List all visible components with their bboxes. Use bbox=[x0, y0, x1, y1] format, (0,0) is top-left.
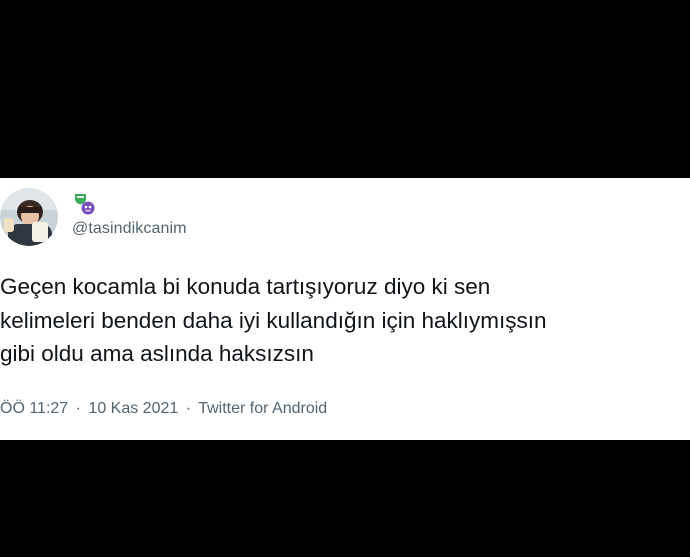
tweet-text-line: Geçen kocamla bi konuda tartışıyoruz diy… bbox=[0, 274, 491, 299]
user-handle[interactable]: @tasindikcanim bbox=[72, 220, 187, 238]
purple-mask-badge-icon bbox=[81, 201, 95, 215]
tweet-date[interactable]: 10 Kas 2021 bbox=[88, 400, 178, 417]
profile-badges bbox=[74, 193, 98, 215]
tweet-source: Twitter for Android bbox=[198, 400, 328, 417]
tweet-metadata: ÖÖ 11:27 · 10 Kas 2021 · Twitter for And… bbox=[0, 400, 327, 418]
tweet-text-line: gibi oldu ama aslında haksızsın bbox=[0, 341, 314, 366]
avatar-image bbox=[0, 188, 58, 246]
tweet-card: @tasindikcanim Geçen kocamla bi konuda t… bbox=[0, 178, 690, 440]
meta-separator: · bbox=[185, 400, 192, 417]
avatar[interactable] bbox=[0, 188, 58, 246]
screenshot-frame: @tasindikcanim Geçen kocamla bi konuda t… bbox=[0, 0, 690, 557]
tweet-time[interactable]: ÖÖ 11:27 bbox=[0, 400, 68, 417]
tweet-text: Geçen kocamla bi konuda tartışıyoruz diy… bbox=[0, 270, 690, 371]
tweet-text-line: kelimeleri benden daha iyi kullandığın i… bbox=[0, 307, 547, 333]
meta-separator: · bbox=[75, 400, 81, 417]
